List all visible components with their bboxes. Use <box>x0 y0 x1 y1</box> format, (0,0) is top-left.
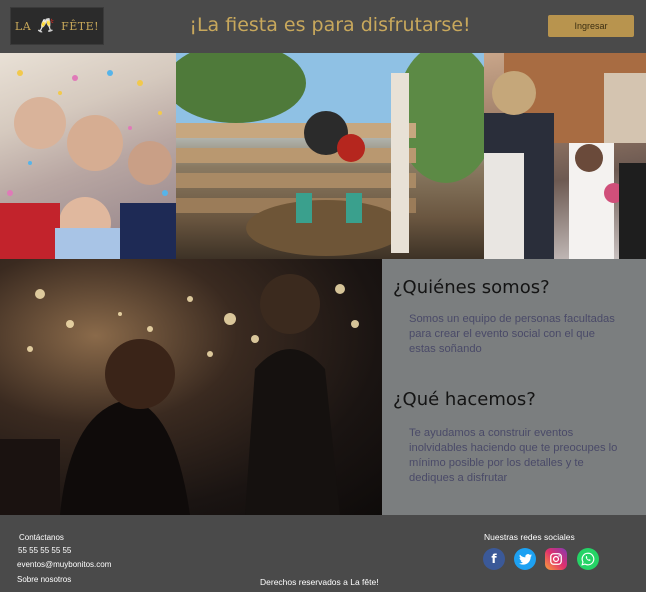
page-title: ¡La fiesta es para disfrutarse! <box>189 14 471 36</box>
wedding-street-photo <box>484 53 646 259</box>
logo-text-left: LA <box>14 19 32 33</box>
contact-phone[interactable]: 55 55 55 55 55 <box>18 546 71 555</box>
sparklers-couple-photo <box>0 259 382 515</box>
about-us-link[interactable]: Sobre nosotros <box>17 575 71 584</box>
whatsapp-icon[interactable] <box>577 548 599 570</box>
contact-email[interactable]: eventos@muybonitos.com <box>17 560 111 569</box>
facebook-icon[interactable]: f <box>483 548 505 570</box>
instagram-icon[interactable] <box>545 548 567 570</box>
login-button[interactable]: Ingresar <box>548 15 634 37</box>
contact-label: Contáctanos <box>19 533 64 542</box>
header: LA 🥂 FÊTE! ¡La fiesta es para disfrutars… <box>0 0 646 53</box>
social-networks-label: Nuestras redes sociales <box>484 532 575 542</box>
party-decoration-photo <box>176 53 484 259</box>
twitter-icon[interactable] <box>514 548 536 570</box>
party-confetti-photo <box>0 53 176 259</box>
what-we-do-heading: ¿Qué hacemos? <box>393 389 536 410</box>
logo-text-right: FÊTE! <box>61 19 100 33</box>
who-we-are-text: Somos un equipo de personas facultadas p… <box>409 313 615 355</box>
copyright-text: Derechos reservados a La fête! <box>260 577 379 587</box>
what-we-do-text: Te ayudamos a construir eventos inolvida… <box>409 427 618 484</box>
about-section: ¿Quiénes somos? Somos un equipo de perso… <box>382 259 646 515</box>
who-we-are-heading: ¿Quiénes somos? <box>393 277 550 298</box>
champagne-glasses-icon: 🥂 <box>37 18 56 34</box>
footer: Contáctanos 55 55 55 55 55 eventos@muybo… <box>0 515 646 592</box>
brand-logo[interactable]: LA 🥂 FÊTE! <box>10 7 104 45</box>
